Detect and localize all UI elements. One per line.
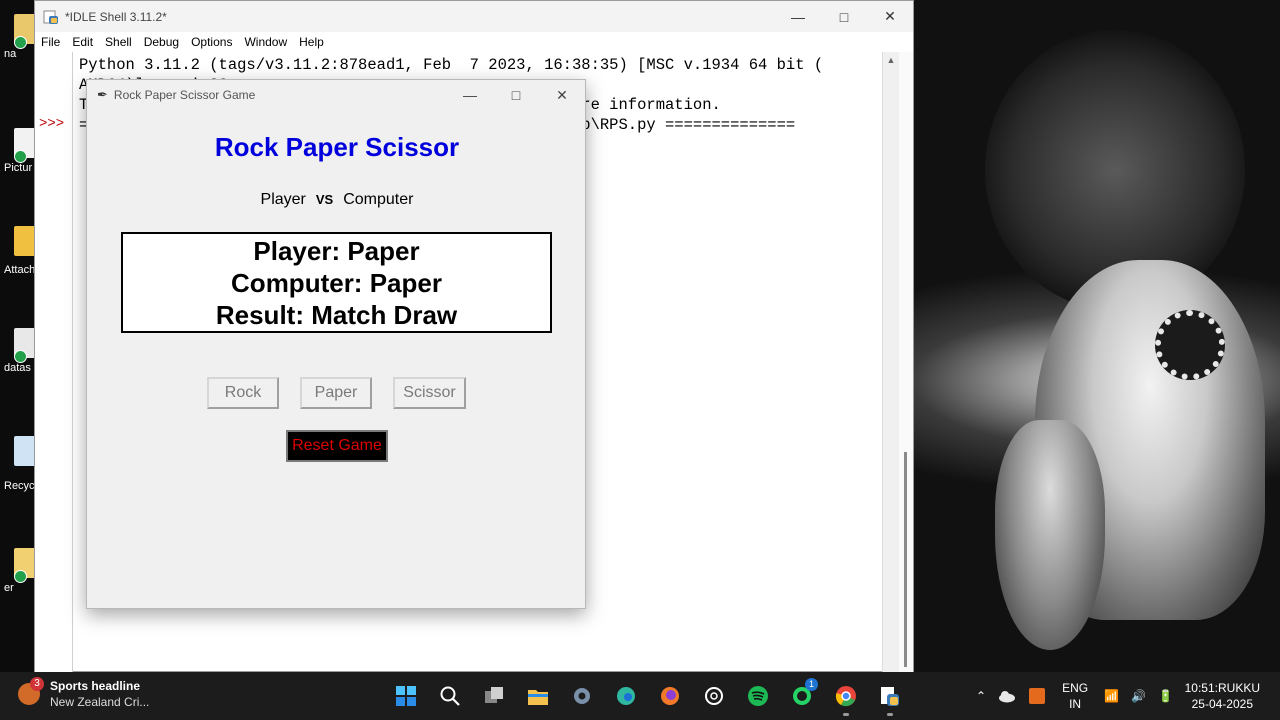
sync-check-icon — [14, 150, 27, 163]
versus-line: Player VS Computer — [87, 191, 587, 209]
minimize-button[interactable]: — — [447, 80, 493, 110]
running-indicator — [887, 713, 893, 716]
idle-titlebar[interactable]: *IDLE Shell 3.11.2* — □ ✕ — [35, 1, 913, 32]
spotify-button[interactable] — [736, 680, 780, 712]
news-widget[interactable]: 3 Sports headline New Zealand Cri... — [18, 677, 150, 710]
rps-window-title: Rock Paper Scissor Game — [113, 88, 256, 102]
edge-button[interactable] — [604, 680, 648, 712]
wallpaper-idol-image — [915, 0, 1280, 672]
task-view-button[interactable] — [472, 680, 516, 712]
chatgpt-button[interactable] — [692, 680, 736, 712]
shell-line: Python 3.11.2 (tags/v3.11.2:878ead1, Feb… — [79, 56, 824, 74]
vs-label: VS — [315, 192, 334, 207]
system-tray: ⌃ ENG IN 📶 🔊 🔋 — [970, 680, 1179, 712]
sync-check-icon — [14, 36, 27, 49]
match-result-text: Result: Match Draw — [215, 300, 458, 330]
task-view-icon — [485, 687, 503, 703]
language-bottom: IN — [1069, 697, 1082, 711]
menu-options[interactable]: Options — [185, 35, 238, 49]
wifi-icon[interactable]: 📶 — [1104, 689, 1119, 703]
close-button[interactable]: ✕ — [867, 1, 913, 32]
python-idle-button[interactable] — [868, 680, 912, 716]
news-badge: 3 — [30, 677, 44, 691]
sync-check-icon — [14, 570, 27, 583]
battery-icon[interactable]: 🔋 — [1158, 689, 1173, 703]
player-choice-text: Player: Paper — [253, 236, 420, 266]
menu-debug[interactable]: Debug — [138, 35, 185, 49]
chrome-icon — [835, 686, 856, 707]
news-headline: Sports headline — [50, 679, 141, 693]
idle-menubar: File Edit Shell Debug Options Window Hel… — [35, 32, 913, 52]
reset-game-button[interactable]: Reset Game — [286, 430, 388, 462]
volume-icon[interactable]: 🔊 — [1131, 689, 1146, 703]
idle-window-title: *IDLE Shell 3.11.2* — [65, 9, 167, 24]
running-indicator — [843, 713, 849, 716]
sync-check-icon — [14, 350, 27, 363]
idle-outer-scrollbar[interactable] — [899, 52, 913, 673]
idle-vertical-scrollbar[interactable]: ▲ — [882, 52, 899, 673]
whatsapp-button[interactable]: 1 — [780, 678, 824, 712]
edge-icon — [617, 687, 635, 705]
news-icon: 3 — [18, 677, 44, 705]
search-button[interactable] — [428, 680, 472, 712]
clock[interactable]: 10:51:RUKKU 25-04-2025 — [1185, 680, 1260, 712]
spotify-icon — [748, 686, 768, 706]
computer-choice-text: Computer: Paper — [231, 268, 442, 298]
taskbar-apps: 1 — [384, 678, 912, 716]
whatsapp-badge: 1 — [805, 678, 818, 691]
menu-edit[interactable]: Edit — [66, 35, 99, 49]
firefox-button[interactable] — [648, 680, 692, 712]
tk-feather-icon: ✒ — [97, 87, 108, 102]
file-explorer-button[interactable] — [516, 680, 560, 712]
scissor-button[interactable]: Scissor — [393, 377, 466, 409]
news-subtext: New Zealand Cri... — [50, 695, 150, 709]
menu-help[interactable]: Help — [293, 35, 330, 49]
player-label: Player — [260, 191, 306, 208]
language-indicator[interactable]: ENG IN — [1062, 680, 1088, 712]
chrome-button[interactable] — [824, 680, 868, 716]
shell-prompt: >>> — [39, 116, 65, 132]
rock-button[interactable]: Rock — [207, 377, 279, 409]
settings-button[interactable] — [560, 680, 604, 712]
close-button[interactable]: ✕ — [539, 80, 585, 110]
onedrive-cloud-icon[interactable] — [998, 689, 1016, 703]
scroll-up-arrow-icon[interactable]: ▲ — [883, 55, 899, 65]
taskbar: 3 Sports headline New Zealand Cri... 1 ⌃… — [0, 672, 1280, 720]
computer-label: Computer — [343, 191, 414, 208]
idle-app-icon — [43, 9, 59, 25]
chatgpt-icon — [705, 687, 723, 705]
menu-file[interactable]: File — [35, 35, 66, 49]
clock-date: 25-04-2025 — [1191, 697, 1253, 711]
menu-window[interactable]: Window — [238, 35, 293, 49]
idle-prompt-gutter: >>> — [35, 52, 73, 673]
paper-button[interactable]: Paper — [300, 377, 372, 409]
rps-game-window[interactable]: ✒ Rock Paper Scissor Game — □ ✕ Rock Pap… — [86, 79, 586, 609]
minimize-button[interactable]: — — [775, 1, 821, 32]
chevron-up-icon[interactable]: ⌃ — [976, 689, 986, 703]
scrollbar-thumb[interactable] — [904, 452, 907, 667]
idol-trunk — [995, 420, 1105, 650]
python-idle-icon — [881, 687, 899, 706]
clock-time: 10:51:RUKKU — [1184, 681, 1260, 695]
settings-icon — [574, 688, 590, 704]
language-top: ENG — [1062, 681, 1089, 695]
result-panel: Player: Paper Computer: Paper Result: Ma… — [121, 232, 552, 333]
app-tray-icon[interactable] — [1028, 687, 1046, 705]
maximize-button[interactable]: □ — [821, 1, 867, 32]
idol-eye — [1155, 310, 1225, 380]
file-explorer-icon — [528, 690, 548, 705]
rps-titlebar[interactable]: ✒ Rock Paper Scissor Game — □ ✕ — [87, 80, 585, 110]
start-button[interactable] — [384, 680, 428, 712]
menu-shell[interactable]: Shell — [99, 35, 138, 49]
game-heading: Rock Paper Scissor — [214, 132, 460, 162]
firefox-icon — [661, 687, 679, 705]
windows-start-icon — [396, 686, 416, 706]
search-icon — [440, 686, 460, 706]
maximize-button[interactable]: □ — [493, 80, 539, 110]
